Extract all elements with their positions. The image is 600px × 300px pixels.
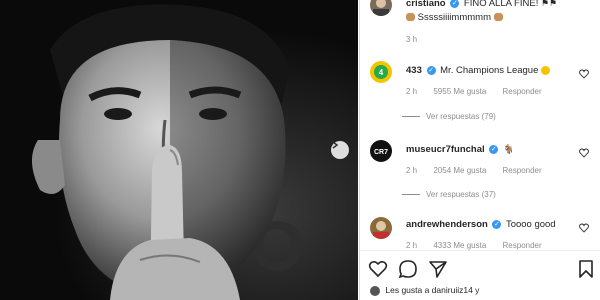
- caption-text: FINO ALLA FINE!: [463, 0, 539, 9]
- view-replies-button[interactable]: Ver respuestas (79): [426, 112, 496, 121]
- reply-button[interactable]: Responder: [503, 87, 542, 96]
- avatar-logo-cr7: CR7: [374, 149, 388, 156]
- post-actions-bar: Les gusta a daniruiiz14 y: [360, 250, 600, 300]
- view-replies-button[interactable]: Ver respuestas (37): [426, 190, 496, 199]
- comment-username[interactable]: museucr7funchal: [406, 144, 485, 155]
- svg-text:4: 4: [379, 68, 384, 77]
- comment-text: Toooo good: [505, 219, 556, 230]
- verified-badge-icon: ✓: [492, 219, 502, 229]
- flag-emoji-icon: ⚑⚑: [540, 0, 558, 8]
- comment-text: Mr. Champions League: [440, 65, 539, 76]
- avatar[interactable]: CR7: [370, 140, 392, 162]
- avatar[interactable]: [370, 217, 392, 239]
- goat-emoji-icon: 🐐: [502, 144, 515, 154]
- heart-icon[interactable]: [579, 69, 589, 79]
- avatar-image: [373, 0, 389, 16]
- caption-username[interactable]: cristiano: [406, 0, 446, 9]
- verified-badge-icon: ✓: [489, 144, 499, 154]
- comment-time: 2 h: [406, 87, 418, 96]
- caption-time: 3 h: [406, 35, 418, 44]
- svg-text:CR7: CR7: [374, 149, 388, 156]
- comment-time: 2 h: [406, 166, 418, 175]
- avatar-image: [373, 221, 389, 239]
- instagram-post-view: O cristiano ✓ FINO ALLA FINE! ⚑⚑ Sssssii…: [0, 0, 600, 300]
- post-photo: O: [0, 0, 358, 300]
- chevron-right-icon: [332, 141, 339, 149]
- likes-summary[interactable]: Les gusta a daniruiiz14 y: [385, 285, 479, 295]
- comment-time: 2 h: [406, 241, 418, 250]
- avatar[interactable]: 4: [370, 61, 392, 83]
- comment-username[interactable]: 433: [406, 65, 422, 76]
- verified-badge-icon: ✓: [450, 0, 460, 8]
- heart-icon[interactable]: [368, 259, 388, 279]
- bookmark-icon[interactable]: [576, 259, 596, 279]
- flexed-biceps-emoji-icon: [406, 13, 415, 22]
- comment-likes[interactable]: 4333 Me gusta: [433, 241, 486, 250]
- verified-badge-icon: ✓: [426, 65, 436, 75]
- comment-username[interactable]: andrewhenderson: [406, 219, 488, 230]
- next-photo-button[interactable]: [331, 141, 349, 159]
- portrait-image: O: [0, 0, 358, 300]
- comment-likes[interactable]: 5955 Me gusta: [433, 87, 486, 96]
- avatar-logo-433: 4: [374, 65, 388, 79]
- comments-panel: cristiano ✓ FINO ALLA FINE! ⚑⚑ Sssssiiii…: [359, 0, 600, 300]
- avatar[interactable]: [370, 0, 392, 16]
- sunglasses-emoji-icon: [541, 65, 551, 75]
- caption-text-line2: Sssssiiiimmmmm: [417, 12, 491, 23]
- liker-avatar[interactable]: [370, 285, 380, 296]
- comment-icon[interactable]: [398, 259, 418, 279]
- share-icon[interactable]: [428, 259, 448, 279]
- emoji-icon: [493, 13, 503, 22]
- reply-button[interactable]: Responder: [503, 166, 542, 175]
- comment-likes[interactable]: 2054 Me gusta: [433, 166, 486, 175]
- heart-icon[interactable]: [579, 223, 589, 233]
- reply-button[interactable]: Responder: [503, 241, 542, 250]
- heart-icon[interactable]: [579, 148, 589, 158]
